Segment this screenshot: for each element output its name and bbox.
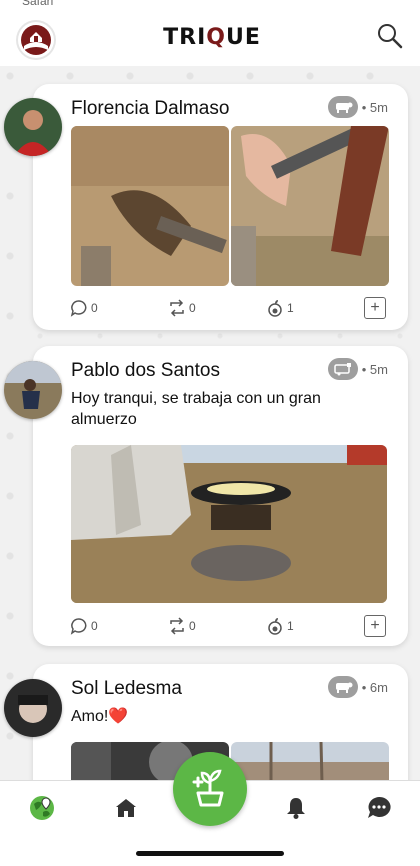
post-actions: 0 0 1 + xyxy=(70,614,386,638)
post-text: Amo!❤️ xyxy=(71,708,129,725)
cow-icon xyxy=(335,102,353,113)
post-time: • 5m xyxy=(361,99,388,115)
avatar-photo xyxy=(4,98,62,156)
photo-hand-tool xyxy=(231,126,389,286)
nav-messages-button[interactable] xyxy=(364,793,394,823)
post-meta: • 5m xyxy=(327,96,388,118)
category-badge[interactable] xyxy=(327,358,358,380)
comment-count: 0 xyxy=(91,619,98,633)
logo-text-right: UE xyxy=(225,24,261,50)
top-bar: Safari TRI Q UE xyxy=(0,0,420,66)
post-photo[interactable] xyxy=(231,126,389,286)
comment-icon xyxy=(70,300,87,317)
sprout-like-icon xyxy=(268,300,282,317)
post-actions: 0 0 1 + xyxy=(70,296,386,320)
logo-text-q: Q xyxy=(206,24,226,50)
like-count: 1 xyxy=(287,619,294,633)
repost-icon xyxy=(170,617,184,635)
post-card[interactable]: Pablo dos Santos • 5m Hoy tranqui, se tr… xyxy=(33,346,408,646)
post-meta: • 5m xyxy=(327,358,388,380)
repost-button[interactable]: 0 xyxy=(168,617,196,635)
avatar-photo xyxy=(4,361,62,419)
post-author-name[interactable]: Pablo dos Santos xyxy=(71,360,220,382)
post-time: • 6m xyxy=(361,679,388,695)
cow-icon xyxy=(335,682,353,693)
comment-icon xyxy=(70,618,87,635)
like-button[interactable]: 1 xyxy=(266,299,294,317)
add-button[interactable]: + xyxy=(364,615,386,637)
author-avatar[interactable] xyxy=(4,98,62,156)
logo-text-left: TRI xyxy=(163,24,207,50)
nav-notifications-button[interactable] xyxy=(281,793,311,823)
search-button[interactable] xyxy=(376,22,404,50)
comment-count: 0 xyxy=(91,301,98,315)
post-photo[interactable] xyxy=(71,445,387,603)
photo-shovel-soil xyxy=(71,126,229,286)
bell-icon xyxy=(287,798,305,819)
new-post-button[interactable] xyxy=(173,752,247,826)
author-avatar[interactable] xyxy=(4,361,62,419)
repost-count: 0 xyxy=(189,301,196,315)
repost-count: 0 xyxy=(189,619,196,633)
like-button[interactable]: 1 xyxy=(266,617,294,635)
add-button[interactable]: + xyxy=(364,297,386,319)
like-count: 1 xyxy=(287,301,294,315)
new-post-icon xyxy=(192,769,224,807)
comment-button[interactable]: 0 xyxy=(70,617,98,635)
home-indicator xyxy=(136,851,284,856)
nav-map-button[interactable] xyxy=(27,793,57,823)
repost-button[interactable]: 0 xyxy=(168,299,196,317)
post-time: • 5m xyxy=(361,361,388,377)
sprout-like-icon xyxy=(268,618,282,635)
machine-icon xyxy=(334,363,351,376)
profile-button[interactable] xyxy=(16,20,56,60)
author-avatar[interactable] xyxy=(4,679,62,737)
map-icon xyxy=(30,796,54,820)
post-card[interactable]: Florencia Dalmaso • 5m 0 0 1 + xyxy=(33,84,408,330)
post-author-name[interactable]: Sol Ledesma xyxy=(71,678,182,700)
post-meta: • 6m xyxy=(327,676,388,698)
status-bar-text: Safari xyxy=(22,0,54,8)
comment-button[interactable]: 0 xyxy=(70,299,98,317)
post-text: Hoy tranqui, se trabaja con un gran almu… xyxy=(71,390,321,428)
category-badge[interactable] xyxy=(327,96,358,118)
farm-logo-icon xyxy=(21,25,51,55)
plus-icon: + xyxy=(370,299,380,316)
post-photo[interactable] xyxy=(71,126,229,286)
photo-field-cooking xyxy=(71,445,387,603)
category-badge[interactable] xyxy=(327,676,358,698)
home-icon xyxy=(116,799,136,817)
avatar-photo xyxy=(4,679,62,737)
chat-icon xyxy=(368,796,391,818)
nav-home-button[interactable] xyxy=(111,793,141,823)
plus-icon: + xyxy=(370,617,380,634)
app-logo: TRI Q UE xyxy=(162,22,262,52)
post-author-name[interactable]: Florencia Dalmaso xyxy=(71,98,229,120)
repost-icon xyxy=(170,299,184,317)
search-icon xyxy=(378,24,403,49)
